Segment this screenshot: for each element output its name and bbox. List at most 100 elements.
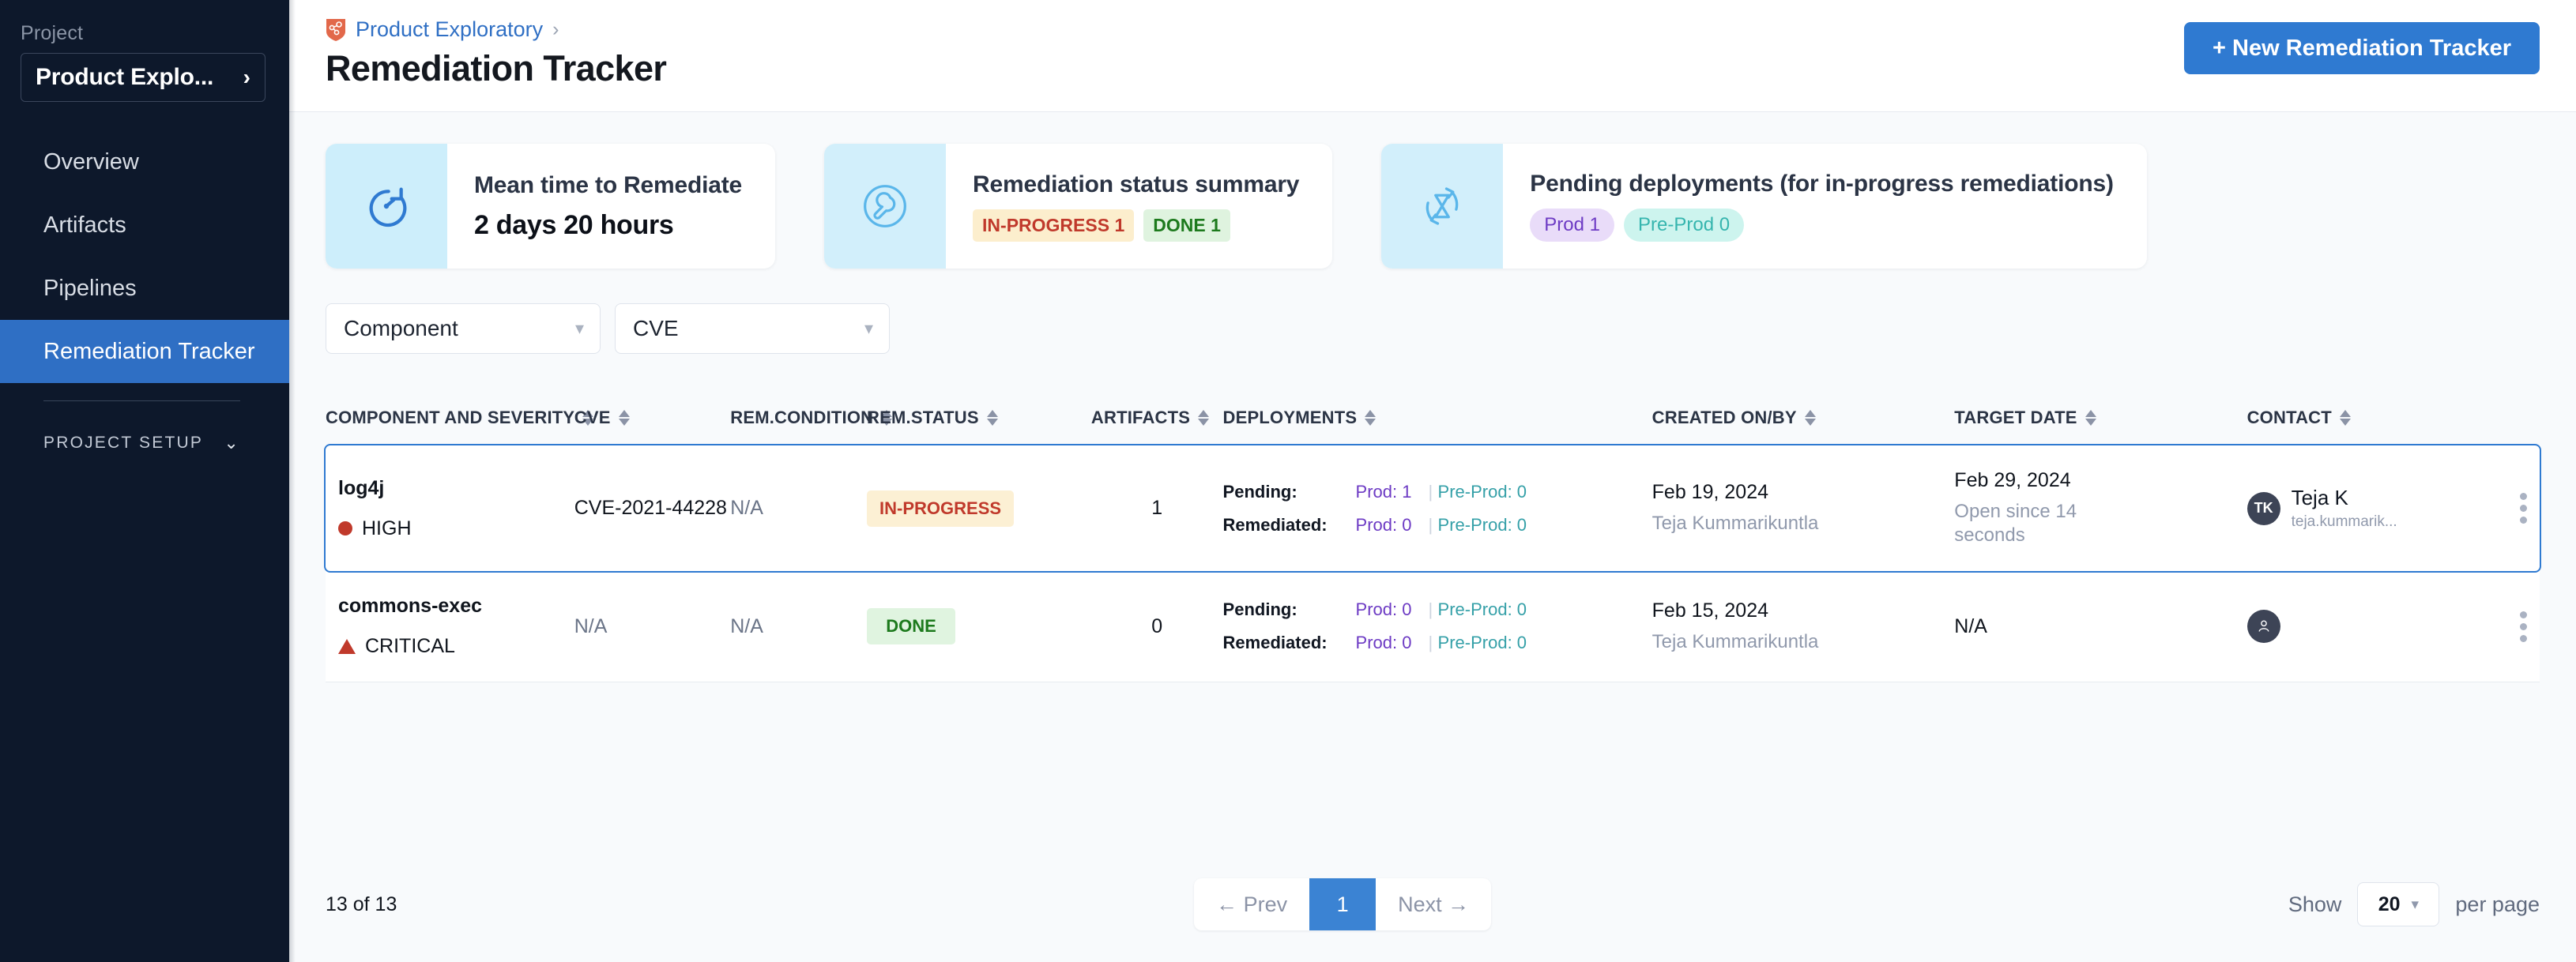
stopwatch-icon [369, 187, 407, 227]
contact: TK Teja K teja.kummarik... [2246, 486, 2397, 531]
sort-icon[interactable] [1198, 410, 1210, 426]
col-created-on-by[interactable]: CREATED ON/BY [1652, 408, 1955, 445]
col-label: TARGET DATE [1954, 408, 2077, 427]
table-footer: 13 of 13 ← Prev 1 Next → Show 20 ▾ per p… [326, 851, 2540, 962]
row-actions-kebab-icon[interactable] [2520, 493, 2527, 524]
sidebar-item-artifacts[interactable]: Artifacts [0, 194, 289, 257]
sidebar-project-setup-label: PROJECT SETUP [43, 434, 204, 452]
cve-filter-select[interactable]: CVE ▾ [615, 303, 890, 354]
cell-component: commons-exec CRITICAL [326, 571, 574, 682]
separator: | [1428, 481, 1433, 502]
table-row[interactable]: commons-exec CRITICAL N/A N/A DONE 0 Pen… [326, 571, 2540, 682]
sort-icon[interactable] [2085, 410, 2096, 426]
remediation-table-wrap: COMPONENT AND SEVERITY CVE REM.CONDITION… [324, 408, 2541, 851]
status-badge-in-progress: IN-PROGRESS 1 [973, 209, 1135, 242]
sort-icon[interactable] [1365, 410, 1377, 426]
summary-cards: Mean time to Remediate 2 days 20 hours R… [326, 144, 2540, 269]
component-filter-value: Component [344, 316, 458, 340]
card-body: Remediation status summary IN-PROGRESS 1… [946, 144, 1332, 269]
pending-label: Pending: [1222, 481, 1297, 502]
card-body: Mean time to Remediate 2 days 20 hours [447, 144, 775, 269]
deployments-block: Pending: Prod: 1 | Pre-Prod: 0 Remediate… [1223, 482, 1652, 535]
col-cve[interactable]: CVE [574, 408, 730, 445]
table-row[interactable]: log4j HIGH CVE-2021-44228 N/A IN-PROGRES… [324, 444, 2541, 573]
target-date-sub: Open since 14 seconds [1954, 501, 2077, 546]
sort-icon[interactable] [986, 410, 998, 426]
content: Mean time to Remediate 2 days 20 hours R… [289, 112, 2576, 962]
component-filter-select[interactable]: Component ▾ [326, 303, 601, 354]
created-by: Teja Kummarikuntla [1651, 630, 1819, 652]
per-page-label: per page [2455, 892, 2540, 916]
cell-target-date: N/A [1954, 571, 2247, 682]
table-head: COMPONENT AND SEVERITY CVE REM.CONDITION… [326, 408, 2540, 445]
cell-artifacts: 1 [1151, 497, 1163, 519]
target-date: Feb 29, 2024 [1954, 469, 2071, 491]
col-rem-status[interactable]: REM.STATUS [867, 408, 1091, 445]
severity-label: CRITICAL [365, 635, 455, 657]
page-size-select[interactable]: 20 ▾ [2357, 882, 2440, 926]
col-label: CREATED ON/BY [1651, 408, 1797, 427]
col-label: DEPLOYMENTS [1222, 408, 1358, 427]
cell-deployments: Pending: Prod: 0 | Pre-Prod: 0 Remediate… [1222, 571, 1652, 682]
separator: | [1428, 514, 1433, 535]
sidebar-project-label: Project [21, 22, 84, 44]
separator: | [1428, 599, 1433, 619]
col-rem-condition[interactable]: REM.CONDITION [730, 408, 893, 445]
card-icon-wrap [1381, 144, 1504, 269]
sidebar-item-pipelines[interactable]: Pipelines [0, 257, 289, 320]
main-area: Product Exploratory › Remediation Tracke… [289, 0, 2576, 962]
cell-rem-status: DONE [867, 571, 1091, 682]
hourglass-refresh-icon [1426, 187, 1459, 225]
page-number-1[interactable]: 1 [1309, 878, 1377, 930]
prev-page-button[interactable]: ← Prev [1194, 878, 1309, 930]
sidebar-project-setup[interactable]: PROJECT SETUP ⌄ [0, 433, 289, 453]
contact-name: Teja K [2291, 486, 2348, 509]
cell-created-on-by: Feb 15, 2024 Teja Kummarikuntla [1651, 571, 1955, 682]
cell-contact [2246, 571, 2540, 682]
breadcrumb-link-project[interactable]: Product Exploratory [356, 17, 543, 42]
cell-deployments: Pending: Prod: 1 | Pre-Prod: 0 Remediate… [1223, 445, 1652, 571]
col-target-date[interactable]: TARGET DATE [1954, 408, 2246, 445]
cell-artifacts: 0 [1090, 571, 1223, 682]
deployments-block: Pending: Prod: 0 | Pre-Prod: 0 Remediate… [1223, 599, 1652, 653]
card-pending-deployments: Pending deployments (for in-progress rem… [1381, 144, 2147, 269]
chevron-right-icon: › [243, 65, 250, 89]
col-contact[interactable]: CONTACT [2247, 408, 2540, 445]
cell-target-date: Feb 29, 2024 Open since 14 seconds [1954, 445, 2246, 571]
contact-email: teja.kummarik... [2291, 513, 2397, 530]
cell-rem-condition: N/A [730, 571, 868, 682]
card-remediation-status-summary: Remediation status summary IN-PROGRESS 1… [824, 144, 1333, 269]
project-switcher-name: Product Explo... [36, 64, 214, 90]
avatar: TK [2246, 491, 2280, 525]
remediated-preprod: Pre-Prod: 0 [1437, 633, 1527, 652]
badge-prod-count: Prod 1 [1530, 209, 1615, 242]
per-page-control: Show 20 ▾ per page [2288, 882, 2540, 926]
pending-prod: Prod: 1 [1355, 481, 1412, 502]
sort-icon[interactable] [2339, 410, 2351, 426]
table-header-row: COMPONENT AND SEVERITY CVE REM.CONDITION… [326, 408, 2540, 445]
project-switcher[interactable]: Product Explo... › [21, 53, 266, 102]
severity-label: HIGH [362, 517, 412, 539]
new-remediation-tracker-button[interactable]: + New Remediation Tracker [2184, 22, 2540, 74]
col-component-and-severity[interactable]: COMPONENT AND SEVERITY [326, 408, 594, 445]
sidebar-item-overview[interactable]: Overview [0, 130, 289, 194]
deployment-pill-row: Prod 1 Pre-Prod 0 [1530, 209, 2113, 242]
deployment-remediated-line: Remediated: Prod: 0 | Pre-Prod: 0 [1223, 515, 1652, 535]
row-actions-kebab-icon[interactable] [2520, 611, 2527, 642]
status-pill-row: IN-PROGRESS 1 DONE 1 [973, 209, 1299, 242]
sort-icon[interactable] [618, 410, 630, 426]
severity: CRITICAL [338, 635, 574, 658]
status-badge-done: DONE 1 [1143, 209, 1230, 242]
deployment-pending-line: Pending: Prod: 1 | Pre-Prod: 0 [1223, 482, 1652, 502]
next-page-button[interactable]: Next → [1376, 878, 1491, 930]
col-artifacts[interactable]: ARTIFACTS [1091, 408, 1223, 445]
col-label: CONTACT [2246, 408, 2332, 427]
status-badge: IN-PROGRESS [867, 490, 1015, 527]
col-deployments[interactable]: DEPLOYMENTS [1223, 408, 1652, 445]
card-body: Pending deployments (for in-progress rem… [1503, 144, 2146, 269]
breadcrumb: Product Exploratory › [326, 17, 666, 42]
sort-icon[interactable] [1804, 410, 1816, 426]
sidebar-item-remediation-tracker[interactable]: Remediation Tracker [0, 320, 289, 383]
component-name: commons-exec [338, 595, 483, 617]
remediated-preprod: Pre-Prod: 0 [1437, 514, 1527, 535]
